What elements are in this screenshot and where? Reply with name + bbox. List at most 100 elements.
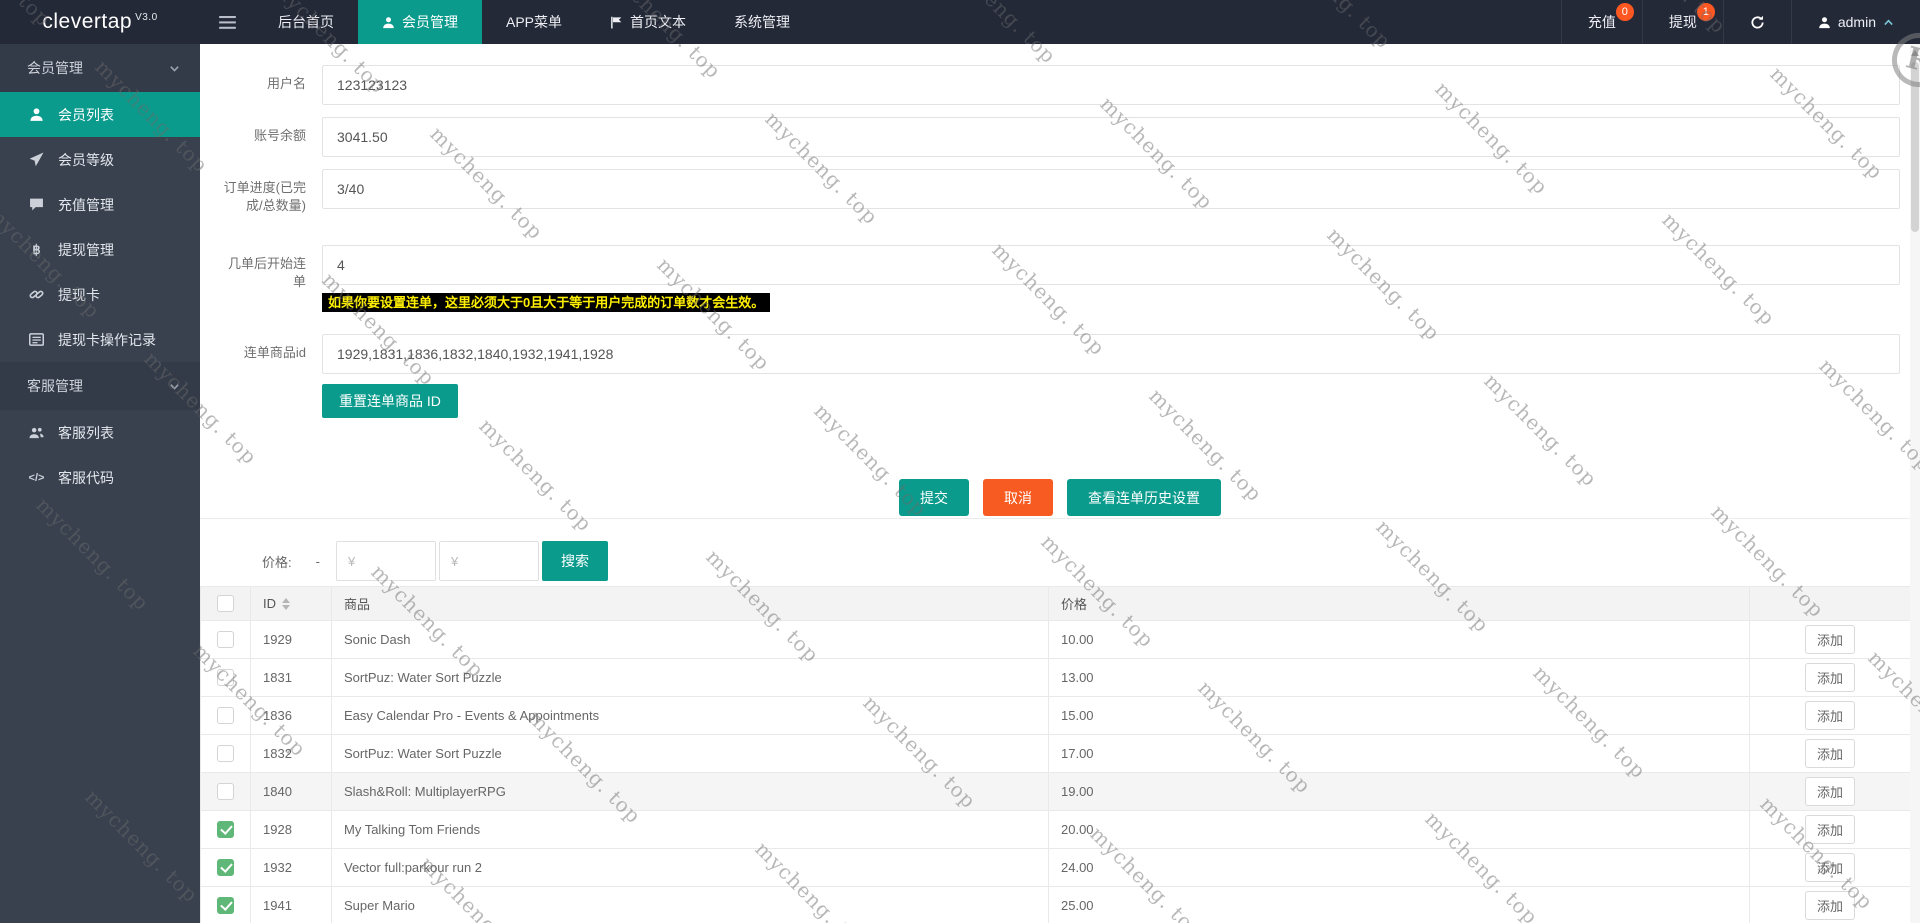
search-button[interactable]: 搜索 bbox=[541, 541, 608, 581]
form-input-2[interactable] bbox=[322, 169, 1900, 209]
nav-item-label: 系统管理 bbox=[734, 14, 791, 30]
scrollbar-up-arrow[interactable] bbox=[1911, 50, 1919, 56]
hamburger-icon[interactable] bbox=[200, 0, 254, 44]
sidebar-item-label: 客服代码 bbox=[58, 469, 114, 486]
view-history-button[interactable]: 查看连单历史设置 bbox=[1067, 479, 1221, 516]
section-divider bbox=[200, 518, 1920, 519]
users-icon bbox=[28, 425, 45, 440]
recharge-nav-button[interactable]: 充值 0 bbox=[1560, 0, 1642, 44]
row-price: 10.00 bbox=[1048, 620, 1750, 659]
nav-item-4[interactable]: 系统管理 bbox=[710, 0, 814, 44]
nav-item-label: 会员管理 bbox=[402, 14, 458, 30]
col-header-id: ID bbox=[263, 596, 276, 611]
sidebar-item-1-0[interactable]: 客服列表 bbox=[0, 410, 200, 455]
app-logo-text: clevertap bbox=[42, 10, 133, 33]
row-price: 24.00 bbox=[1048, 848, 1750, 887]
row-action-cell: 添加 bbox=[1749, 772, 1911, 811]
sidebar-item-0-3[interactable]: ฿ 提现管理 bbox=[0, 227, 200, 272]
sidebar-item-0-2[interactable]: 充值管理 bbox=[0, 182, 200, 227]
form-input-1[interactable] bbox=[322, 117, 1900, 157]
row-checkbox-cell bbox=[200, 810, 251, 849]
row-checkbox-cell bbox=[200, 620, 251, 659]
row-product: My Talking Tom Friends bbox=[331, 810, 1049, 849]
row-action-cell: 添加 bbox=[1749, 620, 1911, 659]
table-row: 1932 Vector full:parkour run 2 24.00 添加 bbox=[200, 848, 1911, 887]
add-button[interactable]: 添加 bbox=[1804, 739, 1855, 768]
row-checkbox[interactable] bbox=[217, 897, 234, 915]
sidebar-group-1[interactable]: 客服管理 bbox=[0, 362, 200, 410]
scrollbar-thumb[interactable] bbox=[1911, 62, 1919, 232]
select-all-checkbox[interactable] bbox=[217, 595, 234, 613]
refresh-icon bbox=[1750, 15, 1765, 30]
row-id: 1929 bbox=[250, 620, 332, 659]
row-checkbox[interactable] bbox=[217, 631, 234, 649]
row-checkbox-cell bbox=[200, 696, 251, 735]
nav-item-0[interactable]: 后台首页 bbox=[254, 0, 358, 44]
table-row: 1836 Easy Calendar Pro - Events & Appoint… bbox=[200, 696, 1911, 735]
row-price: 20.00 bbox=[1048, 810, 1750, 849]
row-id: 1831 bbox=[250, 658, 332, 697]
app-logo: clevertap V3.0 bbox=[0, 0, 200, 44]
admin-menu[interactable]: admin bbox=[1790, 0, 1920, 44]
sidebar-item-label: 会员列表 bbox=[58, 106, 114, 123]
add-button[interactable]: 添加 bbox=[1804, 777, 1855, 806]
row-checkbox[interactable] bbox=[217, 859, 234, 877]
withdraw-nav-button[interactable]: 提现 1 bbox=[1641, 0, 1723, 44]
nav-item-3[interactable]: 首页文本 bbox=[586, 0, 710, 44]
sidebar-group-label: 会员管理 bbox=[27, 60, 83, 76]
sidebar-item-label: 会员等级 bbox=[58, 151, 114, 168]
reset-chain-product-id-button[interactable]: 重置连单商品 ID bbox=[322, 384, 458, 418]
row-checkbox[interactable] bbox=[217, 707, 234, 725]
withdraw-badge: 1 bbox=[1696, 3, 1715, 21]
refresh-button[interactable] bbox=[1722, 0, 1791, 44]
table-row: 1840 Slash&Roll: MultiplayerRPG 19.00 添加 bbox=[200, 772, 1911, 811]
user-icon bbox=[382, 16, 395, 29]
add-button[interactable]: 添加 bbox=[1804, 625, 1855, 654]
sidebar-item-0-5[interactable]: 提现卡操作记录 bbox=[0, 317, 200, 362]
add-button[interactable]: 添加 bbox=[1804, 891, 1855, 920]
sidebar-item-0-0[interactable]: 会员列表 bbox=[0, 92, 200, 137]
form-input-3[interactable] bbox=[322, 245, 1900, 285]
col-header-price: 价格 bbox=[1048, 586, 1750, 621]
add-button[interactable]: 添加 bbox=[1804, 663, 1855, 692]
row-action-cell: 添加 bbox=[1749, 810, 1911, 849]
form-row-3: 几单后开始连单 bbox=[200, 245, 1920, 291]
form-input-4[interactable] bbox=[322, 334, 1900, 374]
row-product: Sonic Dash bbox=[331, 620, 1049, 659]
chevron-up-icon bbox=[1883, 17, 1894, 28]
price-max-input[interactable] bbox=[438, 541, 539, 581]
cancel-button[interactable]: 取消 bbox=[983, 479, 1053, 516]
col-header-action bbox=[1749, 586, 1911, 621]
recharge-badge: 0 bbox=[1615, 3, 1634, 21]
price-min-input[interactable] bbox=[335, 541, 436, 581]
row-product: Slash&Roll: MultiplayerRPG bbox=[331, 772, 1049, 811]
app-version: V3.0 bbox=[135, 11, 158, 23]
nav-item-2[interactable]: APP菜单 bbox=[482, 0, 586, 44]
price-filter: 价格: - 搜索 bbox=[262, 541, 1920, 581]
form-input-0[interactable] bbox=[322, 65, 1900, 105]
vertical-scrollbar[interactable] bbox=[1910, 44, 1920, 923]
product-table-wrap: ID 商品 价格 1929 Sonic Dash 10.00 添加 1831 SortPu… bbox=[200, 586, 1920, 923]
table-row: 1941 Super Mario 25.00 添加 bbox=[200, 886, 1911, 923]
row-checkbox[interactable] bbox=[217, 821, 234, 839]
withdraw-label: 提现 bbox=[1668, 14, 1697, 30]
row-checkbox[interactable] bbox=[217, 669, 234, 687]
submit-button[interactable]: 提交 bbox=[899, 479, 969, 516]
form-row-4: 连单商品id bbox=[200, 334, 1920, 374]
add-button[interactable]: 添加 bbox=[1804, 853, 1855, 882]
row-checkbox[interactable] bbox=[217, 783, 234, 801]
add-button[interactable]: 添加 bbox=[1804, 701, 1855, 730]
sidebar-item-0-1[interactable]: 会员等级 bbox=[0, 137, 200, 182]
sort-icon[interactable] bbox=[282, 597, 290, 610]
sidebar-item-1-1[interactable]: </> 客服代码 bbox=[0, 455, 200, 500]
chevron-down-icon bbox=[169, 63, 180, 74]
row-checkbox[interactable] bbox=[217, 745, 234, 763]
chevron-down-icon bbox=[169, 381, 180, 392]
sidebar-group-0[interactable]: 会员管理 bbox=[0, 44, 200, 92]
nav-item-1[interactable]: 会员管理 bbox=[358, 0, 482, 44]
add-button[interactable]: 添加 bbox=[1804, 815, 1855, 844]
price-range-separator: - bbox=[315, 553, 320, 569]
sidebar-item-0-4[interactable]: 提现卡 bbox=[0, 272, 200, 317]
sidebar-item-label: 提现管理 bbox=[58, 241, 114, 258]
form-label-0: 用户名 bbox=[266, 76, 306, 91]
